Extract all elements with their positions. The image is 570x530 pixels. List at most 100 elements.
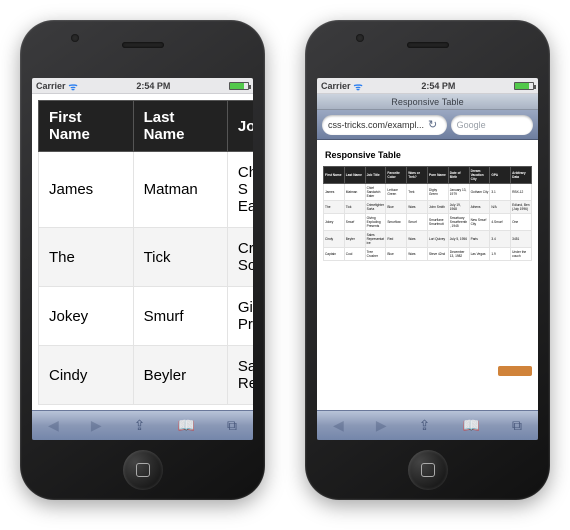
cell: Wars (407, 248, 428, 261)
cell: James (324, 184, 345, 201)
status-bar: Carrier ᯤ 2:54 PM (317, 78, 538, 94)
cell: Lettuce Green (386, 184, 407, 201)
col-header: Last Name (344, 167, 365, 184)
col-header: Job Title (365, 167, 386, 184)
page-content-left[interactable]: First NameLast NameJob T JamesMatmanChie… (32, 94, 253, 410)
cell: New Smurf City (469, 214, 490, 231)
cell: Chief Sandwich Eater (365, 184, 386, 201)
url-field[interactable]: css-tricks.com/exampl... ↻ (322, 115, 447, 135)
home-button[interactable] (408, 450, 448, 490)
cell: Jokey (324, 214, 345, 231)
search-field[interactable]: Google (451, 115, 533, 135)
clock-label: 2:54 PM (136, 81, 170, 91)
tabs-icon[interactable]: ⧉ (512, 417, 522, 434)
cell: RBX-12 (511, 184, 532, 201)
cell: Smurflane Smurfmutt (427, 214, 448, 231)
cell: Sales Representative (365, 231, 386, 248)
page-content-right[interactable]: Responsive Table First NameLast NameJob … (317, 140, 538, 410)
cell: Blue (386, 248, 407, 261)
cell: The (324, 201, 345, 214)
forward-icon[interactable]: ▶ (376, 417, 387, 434)
share-icon[interactable]: ⇪ (134, 417, 146, 434)
cell: Tree Crusher (365, 248, 386, 261)
browser-url-bar: css-tricks.com/exampl... ↻ Google (317, 110, 538, 140)
col-header: Wars or Trek? (407, 167, 428, 184)
table-row: CindyBeylerSales RepresentativeRedWarsLo… (324, 231, 532, 248)
battery-icon (514, 82, 534, 90)
table-row: CindyBeylerSales Repres (39, 346, 254, 405)
cell: Cindy (39, 346, 134, 405)
cell: James (39, 152, 134, 228)
cell: July 19, 1968 (448, 201, 469, 214)
cell: Chief S Eater (227, 152, 253, 228)
col-header: Favorite Color (386, 167, 407, 184)
carrier-label: Carrier (321, 81, 351, 91)
cell: 3.1 (490, 184, 511, 201)
cell: Giving Presen (227, 287, 253, 346)
cell: Jokey (39, 287, 134, 346)
cell: Trek (407, 184, 428, 201)
screen-right: Carrier ᯤ 2:54 PM Responsive Table css-t… (317, 78, 538, 440)
cell: Smurf (344, 214, 365, 231)
home-button[interactable] (123, 450, 163, 490)
cell: Paris (469, 231, 490, 248)
cell: Digby Green (427, 184, 448, 201)
cell: Tick (133, 228, 227, 287)
cell: Las Vegas (469, 248, 490, 261)
cell: July 5, 1956 (448, 231, 469, 248)
phone-right: Carrier ᯤ 2:54 PM Responsive Table css-t… (305, 20, 550, 500)
cell: Smurf (133, 287, 227, 346)
browser-toolbar: ◀ ▶ ⇪ 📖 ⧉ (32, 410, 253, 440)
carrier-label: Carrier (36, 81, 66, 91)
cell: Steve 42nd (427, 248, 448, 261)
col-header: First Name (39, 101, 134, 152)
browser-page-title: Responsive Table (317, 94, 538, 110)
col-header: Dream Vacation City (469, 167, 490, 184)
table-row: JamesMatmanChief Sandwich EaterLettuce G… (324, 184, 532, 201)
screen-left: Carrier ᯤ 2:54 PM First NameLast NameJob… (32, 78, 253, 440)
table-row: JamesMatmanChief S Eater (39, 152, 254, 228)
cell: Cindy (324, 231, 345, 248)
cell: 3.4 (490, 231, 511, 248)
cell: 4.Smurf (490, 214, 511, 231)
bookmarks-icon[interactable]: 📖 (462, 417, 479, 434)
browser-toolbar: ◀ ▶ ⇪ 📖 ⧉ (317, 410, 538, 440)
cell: December 13, 1982 (448, 248, 469, 261)
cell: 1.9 (490, 248, 511, 261)
reload-icon[interactable]: ↻ (428, 118, 437, 131)
cell: Matman (133, 152, 227, 228)
cell: Gotham City (469, 184, 490, 201)
col-header: Date of Birth (448, 167, 469, 184)
cell: 3451 (511, 231, 532, 248)
col-header: Porn Name (427, 167, 448, 184)
back-icon[interactable]: ◀ (333, 417, 344, 434)
bookmarks-icon[interactable]: 📖 (177, 417, 194, 434)
tabs-icon[interactable]: ⧉ (227, 417, 237, 434)
cell: Wars (407, 201, 428, 214)
table-row: TheTickCrimefighter SortaBlueWarsJohn Sm… (324, 201, 532, 214)
col-header: First Name (324, 167, 345, 184)
cell: Under the couch (511, 248, 532, 261)
data-table-zoomed: First NameLast NameJob T JamesMatmanChie… (38, 100, 253, 405)
cell: Smurf (407, 214, 428, 231)
cell: Beyler (133, 346, 227, 405)
battery-icon (229, 82, 249, 90)
share-icon[interactable]: ⇪ (419, 417, 431, 434)
cell: One (511, 214, 532, 231)
cell: Lori Quivey (427, 231, 448, 248)
forward-icon[interactable]: ▶ (91, 417, 102, 434)
col-header: Arbitrary Data (511, 167, 532, 184)
phone-left: Carrier ᯤ 2:54 PM First NameLast NameJob… (20, 20, 265, 500)
cell: Wars (407, 231, 428, 248)
back-icon[interactable]: ◀ (48, 417, 59, 434)
cell: Crimefighter Sorta (365, 201, 386, 214)
cell: Crimef Sorta (227, 228, 253, 287)
clock-label: 2:54 PM (421, 81, 455, 91)
corner-badge (498, 366, 532, 376)
cell: Captain (324, 248, 345, 261)
cell: Athens (469, 201, 490, 214)
cell: John Smith (427, 201, 448, 214)
wifi-icon: ᯤ (69, 79, 78, 93)
wifi-icon: ᯤ (354, 79, 363, 93)
cell: January 13, 1979 (448, 184, 469, 201)
